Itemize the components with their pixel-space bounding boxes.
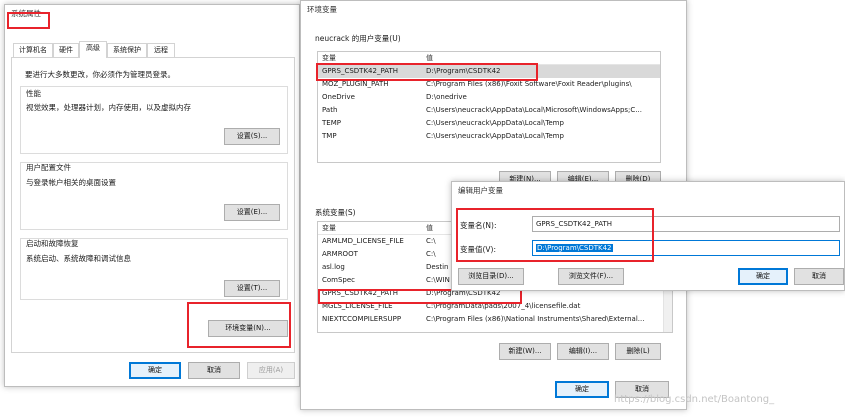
tab-computer-name[interactable]: 计算机名 — [13, 43, 53, 57]
variable-value-field[interactable]: D:\Program\CSDTK42 — [532, 240, 840, 256]
browse-directory-button[interactable]: 浏览目录(D)... — [458, 268, 524, 285]
envvars-ok-button[interactable]: 确定 — [555, 381, 609, 398]
user-profiles-label: 用户配置文件 — [26, 163, 71, 172]
list-item[interactable]: GPRS_CSDTK42_PATH D:\Program\CSDTK42 — [318, 65, 660, 78]
variable-value-selected-text: D:\Program\CSDTK42 — [536, 244, 613, 252]
user-vars-header: 变量 值 — [318, 52, 660, 65]
envvars-titlebar: 环境变量 — [301, 1, 686, 19]
editdlg-title: 编辑用户变量 — [458, 186, 503, 195]
system-edit-button[interactable]: 编辑(I)... — [557, 343, 609, 360]
tab-panel: 要进行大多数更改，你必须作为管理员登录。 性能 视觉效果，处理器计划，内存使用，… — [11, 57, 295, 353]
list-item[interactable]: TEMP C:\Users\neucrack\AppData\Local\Temp — [318, 117, 660, 130]
system-new-button[interactable]: 新建(W)... — [499, 343, 551, 360]
sysprops-ok-button[interactable]: 确定 — [129, 362, 181, 379]
user-vars-label: neucrack 的用户变量(U) — [315, 34, 401, 43]
tab-remote[interactable]: 远程 — [147, 43, 175, 57]
table-row[interactable]: MGLS_LICENSE_FILE C:\ProgramData\pads\200… — [318, 300, 672, 313]
tab-hardware[interactable]: 硬件 — [53, 43, 79, 57]
user-profiles-settings-button[interactable]: 设置(E)... — [224, 204, 280, 221]
watermark-text: https://blog.csdn.net/Boantong_ — [614, 394, 775, 405]
envvars-title: 环境变量 — [307, 5, 337, 14]
variable-name-field[interactable]: GPRS_CSDTK42_PATH — [532, 216, 840, 232]
editdlg-cancel-button[interactable]: 取消 — [794, 268, 844, 285]
performance-desc: 视觉效果，处理器计划，内存使用，以及虚拟内存 — [26, 103, 191, 112]
col-variable: 变量 — [322, 54, 336, 62]
system-delete-button[interactable]: 删除(L) — [615, 343, 661, 360]
startup-recovery-desc: 系统启动、系统故障和调试信息 — [26, 254, 131, 263]
list-item[interactable]: Path C:\Users\neucrack\AppData\Local\Micr… — [318, 104, 660, 117]
system-vars-label: 系统变量(S) — [315, 208, 356, 217]
system-properties-window: 系统属性 计算机名 硬件 高级 系统保护 远程 要进行大多数更改，你必须作为管理… — [4, 4, 300, 387]
sysprops-titlebar: 系统属性 — [5, 5, 299, 23]
performance-label: 性能 — [26, 89, 41, 98]
tab-system-protection[interactable]: 系统保护 — [107, 43, 147, 57]
sysprops-title: 系统属性 — [11, 9, 41, 18]
editdlg-titlebar: 编辑用户变量 — [452, 182, 844, 200]
admin-note: 要进行大多数更改，你必须作为管理员登录。 — [25, 70, 175, 79]
tab-advanced[interactable]: 高级 — [79, 41, 107, 58]
editdlg-ok-button[interactable]: 确定 — [738, 268, 788, 285]
user-vars-list[interactable]: 变量 值 GPRS_CSDTK42_PATH D:\Program\CSDTK42… — [317, 51, 661, 163]
sysprops-cancel-button[interactable]: 取消 — [188, 362, 240, 379]
col-value: 值 — [426, 54, 433, 62]
list-item[interactable]: OneDrive D:\onedrive — [318, 91, 660, 104]
startup-recovery-settings-button[interactable]: 设置(T)... — [224, 280, 280, 297]
browse-file-button[interactable]: 浏览文件(F)... — [558, 268, 624, 285]
environment-variables-button[interactable]: 环境变量(N)... — [208, 320, 288, 337]
table-row[interactable]: NIEXTCCOMPILERSUPP C:\Program Files (x86)… — [318, 313, 672, 326]
list-item[interactable]: MOZ_PLUGIN_PATH C:\Program Files (x86)\Fo… — [318, 78, 660, 91]
edit-user-variable-dialog: 编辑用户变量 变量名(N): GPRS_CSDTK42_PATH 变量值(V):… — [451, 181, 845, 291]
startup-recovery-label: 启动和故障恢复 — [26, 239, 79, 248]
list-item[interactable]: TMP C:\Users\neucrack\AppData\Local\Temp — [318, 130, 660, 143]
sysprops-apply-button[interactable]: 应用(A) — [247, 362, 295, 379]
performance-settings-button[interactable]: 设置(S)... — [224, 128, 280, 145]
variable-value-label: 变量值(V): — [460, 245, 497, 254]
variable-name-label: 变量名(N): — [460, 221, 497, 230]
user-profiles-desc: 与登录帐户相关的桌面设置 — [26, 178, 116, 187]
